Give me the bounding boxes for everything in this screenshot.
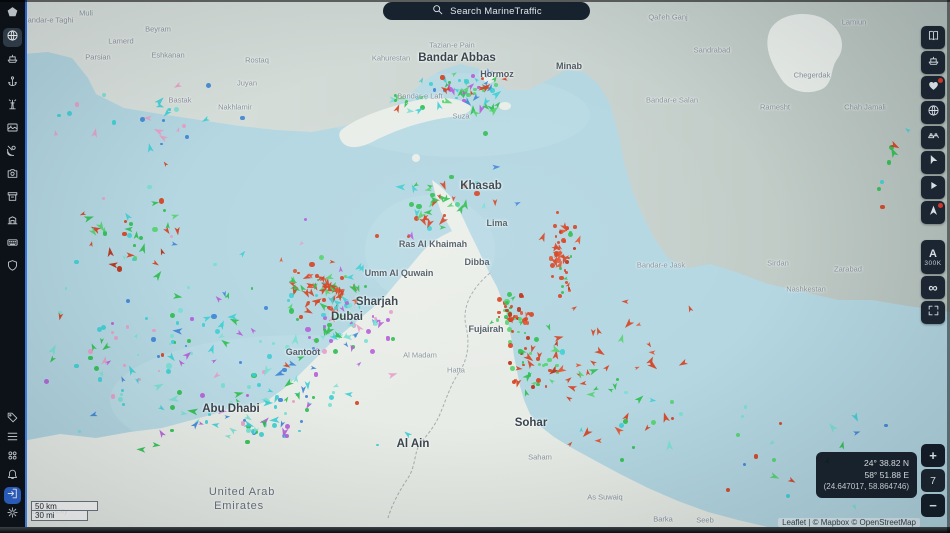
vessel-density-button[interactable]: A 300K	[921, 240, 945, 274]
cursor-coordinates-box: 24° 38.82 N 58° 51.88 E (24.647017, 58.8…	[815, 452, 917, 498]
fullscreen-expand-icon	[927, 304, 940, 322]
sidebar-item-port-calls[interactable]	[3, 212, 22, 231]
sidebar-item-satellite-ais[interactable]	[3, 143, 22, 162]
zoom-in-button[interactable]: +	[921, 444, 945, 467]
routes-button[interactable]: ∞	[921, 276, 945, 299]
density-letter: A	[929, 247, 937, 260]
sidebar-item-apps[interactable]	[4, 449, 21, 466]
satellite-ais-icon	[6, 144, 19, 162]
data-services-icon	[6, 236, 19, 254]
controls-gap	[921, 226, 945, 238]
map-attribution[interactable]: Leaflet | © Mapbox © OpenStreetMap	[778, 518, 920, 527]
sidebar-item-vessels[interactable]	[3, 51, 22, 70]
playback-icon	[927, 179, 940, 197]
apps-icon	[6, 449, 19, 467]
projection-icon	[927, 104, 940, 122]
sidebar-item-settings[interactable]	[4, 506, 21, 523]
live-map-icon	[6, 29, 19, 47]
fullscreen-button[interactable]	[921, 301, 945, 324]
scale-mi: 30 mi	[31, 511, 88, 521]
archive-icon	[6, 190, 19, 208]
screen-edge-glow	[25, 0, 27, 533]
measure-tool-button[interactable]	[921, 151, 945, 174]
map-scale: 50 km 30 mi	[31, 501, 98, 521]
density-count: 300K	[924, 259, 942, 267]
settings-icon	[6, 506, 19, 524]
zoom-out-button[interactable]: −	[921, 494, 945, 517]
vessel-filters-icon	[927, 54, 940, 72]
search-placeholder: Search MarineTraffic	[450, 5, 542, 17]
map-layers-button[interactable]	[921, 26, 945, 49]
my-location-button[interactable]	[921, 201, 945, 224]
coordinate-lon: 58° 51.88 E	[864, 470, 909, 480]
sidebar-item-photos[interactable]	[3, 120, 22, 139]
notification-badge	[938, 203, 943, 208]
my-fleets-button[interactable]	[921, 126, 945, 149]
search-bar[interactable]: Search MarineTraffic	[383, 2, 590, 20]
zoom-control: + 7 −	[921, 444, 945, 517]
sidebar-item-camera[interactable]	[3, 166, 22, 185]
screen-bezel-bottom	[0, 527, 950, 533]
sidebar-item-archive[interactable]	[3, 189, 22, 208]
ports-icon	[6, 75, 19, 93]
notification-badge	[938, 78, 943, 83]
sidebar-item-stations[interactable]	[3, 97, 22, 116]
layers-icon	[6, 430, 19, 448]
stations-icon	[6, 98, 19, 116]
vessels-icon	[6, 52, 19, 70]
infinity-icon: ∞	[928, 280, 938, 295]
camera-icon	[6, 167, 19, 185]
projection-button[interactable]	[921, 101, 945, 124]
larak-island	[499, 102, 511, 110]
map-layers-icon	[927, 29, 940, 47]
coordinate-lat: 24° 38.82 N	[864, 458, 909, 468]
playback-button[interactable]	[921, 176, 945, 199]
scale-km: 50 km	[31, 501, 98, 511]
photos-icon	[6, 121, 19, 139]
sidebar-item-protect[interactable]	[3, 258, 22, 277]
zoom-level: 7	[921, 469, 945, 492]
vessel-filters-button[interactable]	[921, 51, 945, 74]
sidebar-item-live-map[interactable]	[3, 28, 22, 47]
port-calls-icon	[6, 213, 19, 231]
search-icon	[431, 3, 444, 19]
sidebar-item-notifications[interactable]	[4, 468, 21, 485]
plans-icon	[6, 411, 19, 429]
sidebar-item-logo[interactable]	[3, 5, 22, 24]
sidebar-item-sign-in[interactable]	[4, 487, 21, 504]
sign-in-icon	[6, 487, 19, 505]
sidebar-item-data-services[interactable]	[3, 235, 22, 254]
logo-icon	[6, 6, 19, 24]
left-sidebar	[0, 0, 25, 533]
map-canvas[interactable]: Bandar Abbas Khasab Sharjah Dubai Abu Dhabi A…	[0, 0, 950, 533]
measure-tool-icon	[927, 154, 940, 172]
basemap-geography	[0, 0, 950, 533]
marinetraffic-app: Bandar Abbas Khasab Sharjah Dubai Abu Dhabi A…	[0, 0, 950, 533]
hengam-island	[412, 154, 420, 162]
sidebar-item-layers[interactable]	[4, 430, 21, 447]
coordinate-decimal: (24.647017, 58.864746)	[823, 482, 909, 491]
screen-bezel-top	[0, 0, 950, 2]
protect-icon	[6, 259, 19, 277]
my-fleets-icon	[927, 129, 940, 147]
sidebar-item-plans[interactable]	[4, 411, 21, 428]
sidebar-item-ports[interactable]	[3, 74, 22, 93]
notifications-icon	[6, 468, 19, 486]
map-controls: A 300K ∞	[921, 26, 945, 324]
favorites-button[interactable]	[921, 76, 945, 99]
